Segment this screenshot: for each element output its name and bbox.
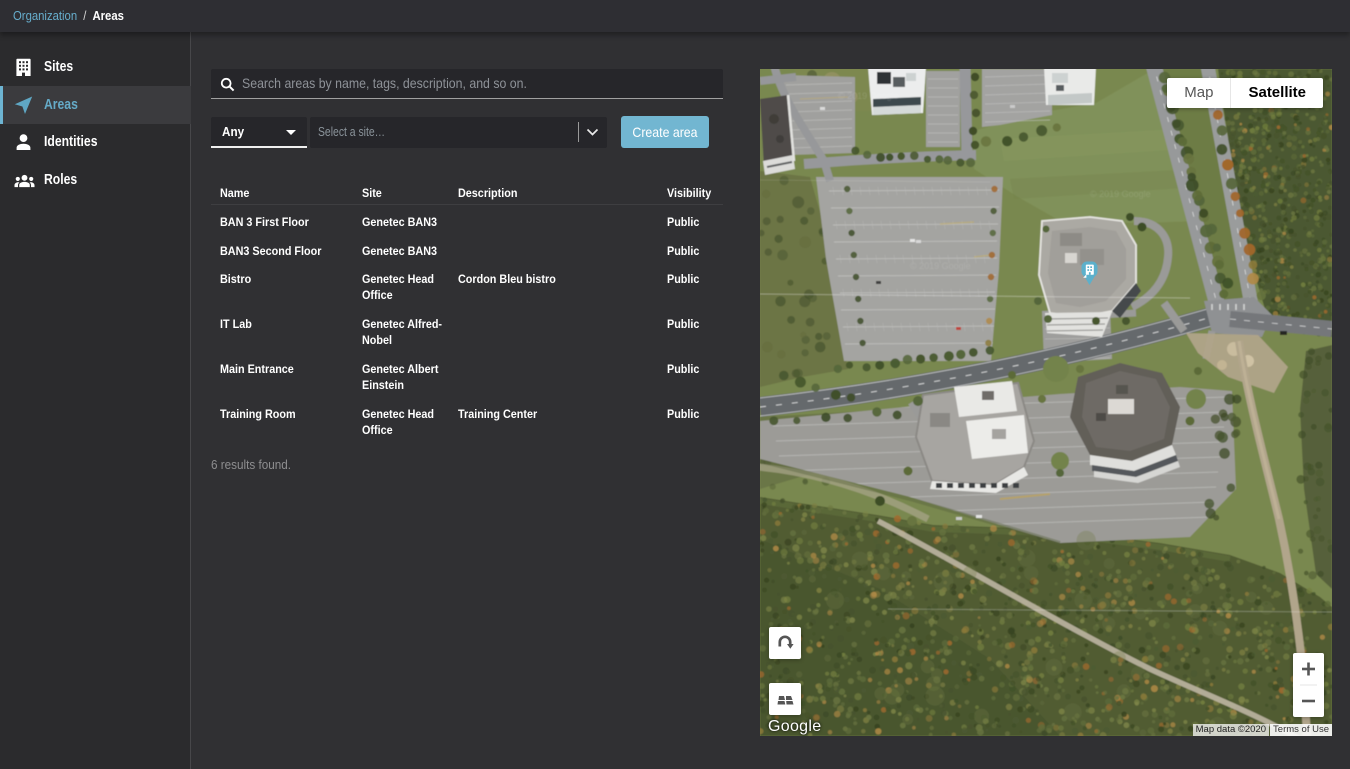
svg-text:© 2019 Google: © 2019 Google bbox=[1090, 189, 1151, 199]
svg-text:© 2019 Google: © 2019 Google bbox=[838, 91, 899, 101]
svg-text:© 2019 Google: © 2019 Google bbox=[910, 261, 971, 271]
